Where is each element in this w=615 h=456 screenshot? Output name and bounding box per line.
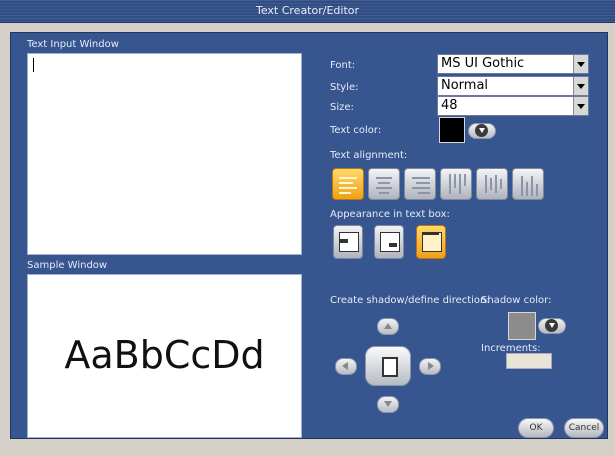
style-select-value: Normal — [441, 78, 489, 93]
arrow-up-icon — [384, 323, 392, 329]
main-panel: Text Input Window Sample Window AaBbCcDd… — [10, 32, 608, 439]
text-color-picker-button[interactable] — [468, 123, 496, 139]
arrow-down-icon — [384, 401, 392, 407]
increments-input[interactable] — [506, 353, 552, 369]
font-label: Font: — [330, 60, 356, 71]
shadow-direction-pad — [333, 318, 443, 418]
font-select[interactable]: MS UI Gothic — [437, 54, 589, 74]
font-select-value: MS UI Gothic — [441, 56, 525, 71]
arrow-right-icon — [428, 362, 434, 370]
arrow-left-icon — [342, 362, 348, 370]
text-editor-window: Text Creator/Editor Text Input Window Sa… — [0, 0, 615, 456]
ok-button[interactable]: OK — [518, 418, 554, 438]
shadow-direction-label: Create shadow/define direction: — [330, 295, 490, 306]
chevron-down-icon — [479, 128, 485, 133]
sample-window-label: Sample Window — [27, 260, 108, 271]
vertical-align-bottom-button[interactable] — [512, 168, 544, 200]
text-color-label: Text color: — [330, 125, 382, 136]
appearance-fill-button[interactable] — [416, 225, 446, 259]
size-dropdown-icon[interactable] — [573, 97, 588, 115]
cancel-button[interactable]: Cancel — [564, 418, 604, 438]
style-label: Style: — [330, 82, 359, 93]
shadow-right-button[interactable] — [419, 358, 441, 375]
status-bar — [0, 439, 615, 456]
title-bar: Text Creator/Editor — [0, 0, 615, 23]
size-label: Size: — [330, 102, 354, 113]
shadow-center-button[interactable] — [365, 346, 411, 386]
text-input-area[interactable] — [27, 53, 302, 255]
text-alignment-label: Text alignment: — [330, 150, 408, 161]
font-dropdown-icon[interactable] — [573, 55, 588, 73]
size-select-value: 48 — [441, 98, 458, 113]
vertical-align-top-button[interactable] — [440, 168, 472, 200]
shadow-color-picker-button[interactable] — [538, 318, 566, 334]
text-color-swatch[interactable] — [439, 117, 465, 143]
appearance-middle-button[interactable] — [374, 225, 404, 259]
style-select[interactable]: Normal — [437, 76, 589, 96]
appearance-top-button[interactable] — [333, 225, 363, 259]
align-right-button[interactable] — [404, 168, 436, 200]
text-caret — [33, 58, 34, 72]
text-input-label: Text Input Window — [27, 39, 119, 50]
chevron-down-icon — [549, 323, 555, 328]
sample-window: AaBbCcDd — [27, 274, 302, 438]
shadow-color-swatch[interactable] — [508, 312, 536, 340]
sample-text: AaBbCcDd — [64, 333, 265, 377]
style-dropdown-icon[interactable] — [573, 77, 588, 95]
align-left-button[interactable] — [332, 168, 364, 200]
align-center-button[interactable] — [368, 168, 400, 200]
appearance-label: Appearance in text box: — [330, 209, 450, 220]
size-select[interactable]: 48 — [437, 96, 589, 116]
document-icon — [382, 357, 398, 377]
shadow-down-button[interactable] — [377, 396, 399, 413]
shadow-color-label: Shadow color: — [481, 295, 552, 306]
shadow-up-button[interactable] — [377, 318, 399, 335]
shadow-left-button[interactable] — [335, 358, 357, 375]
vertical-align-center-button[interactable] — [476, 168, 508, 200]
